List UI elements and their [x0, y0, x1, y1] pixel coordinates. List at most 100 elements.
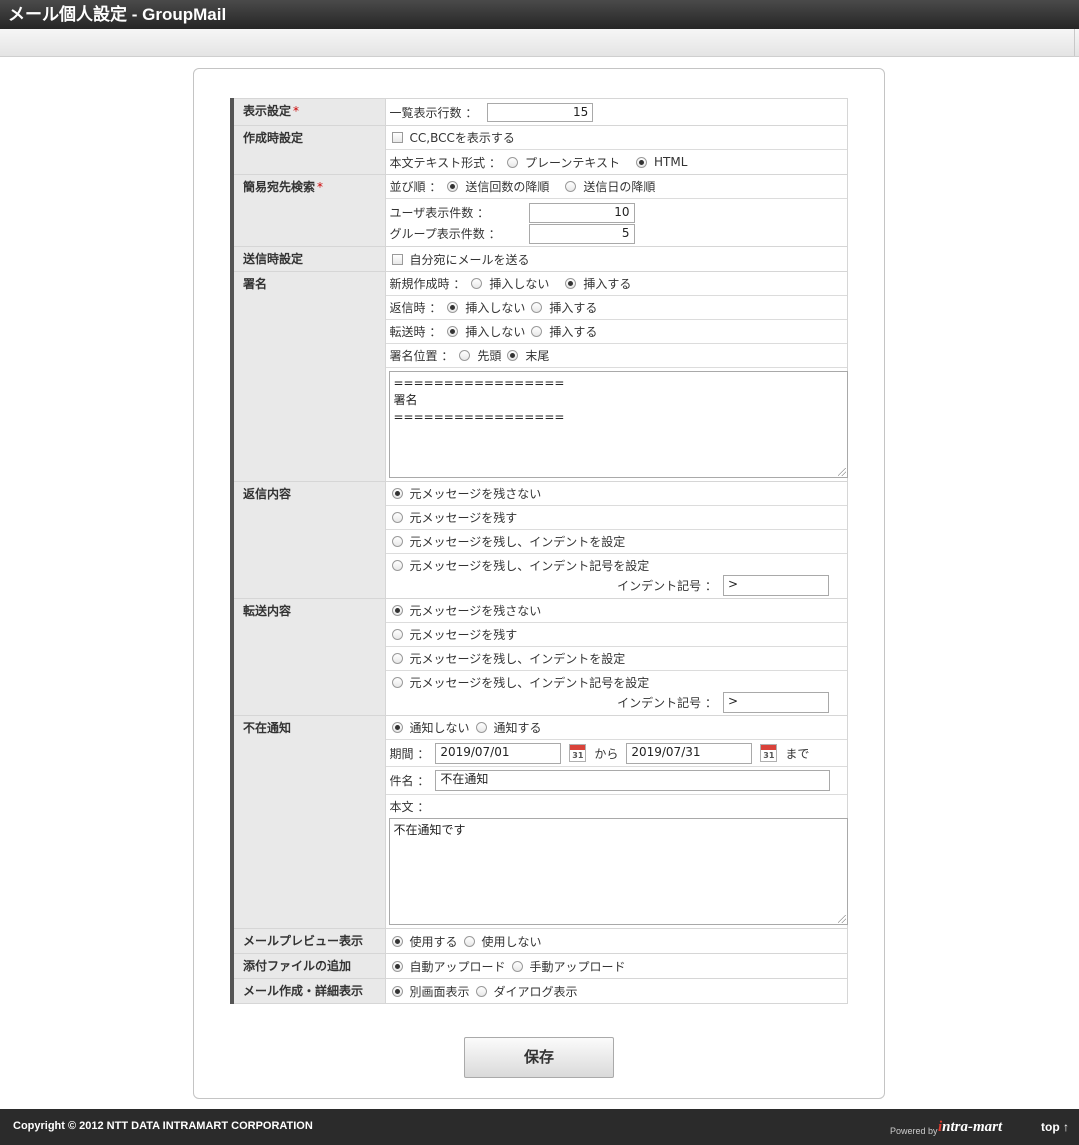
signature-text: ================= 署名 =================: [393, 376, 565, 424]
reply-indent-mark-label: インデント記号 ：: [617, 578, 717, 593]
preview-use-radio[interactable]: [391, 935, 403, 947]
rows-per-page-input[interactable]: 15: [487, 102, 594, 122]
display-count-group: ユーザ表示件数 ： 10 グループ表示件数 ： 5: [386, 199, 848, 246]
display-settings-label: 表示設定 *: [243, 104, 300, 118]
html-radio[interactable]: [636, 156, 648, 168]
cc-bcc-row: CC,BCCを表示する: [385, 126, 847, 150]
reply-keep-original-radio[interactable]: [391, 512, 403, 523]
user-count-input[interactable]: 10: [528, 202, 635, 223]
forward-content-label: 転送内容: [243, 604, 292, 618]
attach-options-row: 自動アップロード 手動アップロード: [386, 954, 848, 978]
signature-forward-insert-radio[interactable]: [531, 326, 543, 337]
signature-forward-no-insert-radio[interactable]: [447, 326, 459, 337]
forward-keep-indent-mark-radio[interactable]: [391, 676, 403, 688]
reply-keep-indent-mark-radio[interactable]: [391, 559, 403, 571]
address-search-row: 簡易宛先検索 * 並び順 ： 送信回数の降順 送信日の降順 ユーザ表示件数 ： 1…: [230, 174, 848, 247]
reply-indent-mark-input[interactable]: >: [723, 574, 829, 596]
sort-order-row: 並び順 ： 送信回数の降順 送信日の降順: [385, 175, 847, 199]
preview-not-use-radio[interactable]: [463, 935, 475, 947]
resize-grip-icon[interactable]: [837, 468, 846, 476]
detail-separate-radio[interactable]: [391, 985, 403, 997]
self-copy-row: 自分宛にメールを送る: [386, 247, 848, 271]
reply-keep-indent-radio[interactable]: [391, 536, 403, 547]
signature-textarea[interactable]: ================= 署名 =================: [388, 371, 848, 478]
attach-label: 添付ファイルの追加: [243, 959, 352, 973]
reply-no-original-radio[interactable]: [391, 488, 403, 499]
address-search-label: 簡易宛先検索 *: [243, 180, 324, 194]
signature-top-label: 先頭: [477, 349, 502, 363]
reply-content-row: 返信内容 元メッセージを残さない 元メッセージを残す 元メッセージを残し、インデ…: [230, 481, 848, 599]
absence-no-notify-label: 通知しない: [409, 721, 470, 735]
plain-text-radio[interactable]: [506, 156, 518, 168]
back-to-top-link[interactable]: top ↑: [1041, 1120, 1069, 1134]
absence-subject-label: 件名 ：: [389, 774, 430, 788]
user-count-label: ユーザ表示件数 ：: [389, 206, 490, 220]
reply-opt2-row: 元メッセージを残す: [385, 506, 847, 530]
signature-new-no-insert-radio[interactable]: [471, 278, 483, 289]
forward-keep-indent-radio[interactable]: [391, 653, 403, 664]
page-title: メール個人設定 - GroupMail: [8, 5, 227, 24]
self-copy-checkbox[interactable]: [391, 253, 403, 265]
signature-new-no-insert-label: 挿入しない: [489, 277, 550, 291]
preview-options-row: 使用する 使用しない: [386, 929, 848, 953]
attach-manual-radio[interactable]: [511, 960, 523, 972]
absence-notify-radio[interactable]: [475, 722, 487, 733]
signature-top-radio[interactable]: [459, 350, 471, 361]
cc-bcc-label: CC,BCCを表示する: [409, 131, 515, 145]
footer: Copyright © 2012 NTT DATA INTRAMART CORP…: [0, 1109, 1079, 1145]
signature-bottom-radio[interactable]: [507, 350, 519, 361]
compose-settings-label-cell: 作成時設定: [230, 125, 386, 175]
reply-opt4-block: 元メッセージを残し、インデント記号を設定 インデント記号 ： >: [386, 554, 848, 598]
calendar-icon[interactable]: 31: [569, 744, 587, 762]
order-by-count-radio[interactable]: [447, 181, 459, 192]
absence-notice-label: 不在通知: [243, 721, 292, 735]
settings-form: 表示設定 * 一覧表示行数 ： 15 作成時設定 CC,BCCを表示する 本文テキ…: [230, 98, 848, 1004]
send-settings-value: 自分宛にメールを送る: [384, 246, 848, 272]
absence-subject-input[interactable]: 不在通知: [435, 770, 831, 791]
absence-toggle-row: 通知しない 通知する: [385, 716, 847, 740]
save-button[interactable]: 保存: [464, 1037, 614, 1078]
forward-opt2-row: 元メッセージを残す: [385, 623, 847, 647]
preview-not-use-label: 使用しない: [481, 934, 542, 949]
attach-auto-label: 自動アップロード: [409, 959, 506, 974]
detail-dialog-radio[interactable]: [475, 985, 487, 997]
group-count-label: グループ表示件数 ：: [389, 227, 501, 241]
send-settings-row: 送信時設定 自分宛にメールを送る: [230, 246, 848, 272]
absence-body-textarea[interactable]: 不在通知です: [388, 818, 848, 925]
resize-grip-icon[interactable]: [837, 915, 846, 923]
calendar-icon[interactable]: 31: [760, 744, 778, 762]
address-search-label-cell: 簡易宛先検索 *: [230, 174, 386, 247]
logo-text: ntra-mart: [942, 1119, 1003, 1135]
signature-reply-no-insert-radio[interactable]: [447, 302, 459, 313]
forward-content-label-cell: 転送内容: [230, 598, 386, 716]
reply-keep-indent-mark-label: 元メッセージを残し、インデント記号を設定: [409, 558, 650, 573]
forward-keep-original-label: 元メッセージを残す: [409, 628, 518, 642]
signature-new-insert-radio[interactable]: [565, 278, 577, 289]
forward-keep-original-radio[interactable]: [391, 629, 403, 640]
self-copy-label: 自分宛にメールを送る: [409, 252, 530, 267]
absence-end-date-input[interactable]: 2019/07/31: [626, 742, 753, 764]
forward-no-original-radio[interactable]: [391, 605, 403, 616]
address-search-value: 並び順 ： 送信回数の降順 送信日の降順 ユーザ表示件数 ： 10 グループ表示…: [384, 174, 848, 247]
cc-bcc-checkbox[interactable]: [391, 132, 403, 143]
signature-forward-insert-label: 挿入する: [549, 325, 598, 339]
forward-content-row: 転送内容 元メッセージを残さない 元メッセージを残す 元メッセージを残し、インデ…: [230, 598, 848, 716]
group-count-input[interactable]: 5: [528, 223, 635, 244]
detail-display-label: メール作成・詳細表示: [243, 984, 364, 998]
absence-start-date-input[interactable]: 2019/07/01: [435, 742, 562, 764]
attach-auto-radio[interactable]: [391, 960, 403, 972]
forward-content-value: 元メッセージを残さない 元メッセージを残す 元メッセージを残し、インデントを設定…: [384, 598, 848, 716]
reply-content-label: 返信内容: [243, 487, 292, 501]
attach-row: 添付ファイルの追加 自動アップロード 手動アップロード: [230, 953, 848, 979]
reply-opt4-row: 元メッセージを残し、インデント記号を設定: [390, 556, 848, 574]
absence-no-notify-radio[interactable]: [391, 722, 403, 733]
preview-value: 使用する 使用しない: [384, 928, 848, 954]
forward-indent-mark-input[interactable]: >: [723, 691, 829, 713]
reply-opt3-row: 元メッセージを残し、インデントを設定: [385, 530, 847, 554]
title-bar: メール個人設定 - GroupMail: [0, 0, 1079, 29]
signature-reply-insert-radio[interactable]: [531, 302, 543, 313]
order-by-count-label: 送信回数の降順: [465, 180, 550, 194]
compose-settings-row: 作成時設定 CC,BCCを表示する 本文テキスト形式 ： プレーンテキスト HT…: [230, 125, 848, 175]
reply-keep-original-label: 元メッセージを残す: [409, 511, 518, 525]
order-by-date-radio[interactable]: [565, 181, 577, 192]
